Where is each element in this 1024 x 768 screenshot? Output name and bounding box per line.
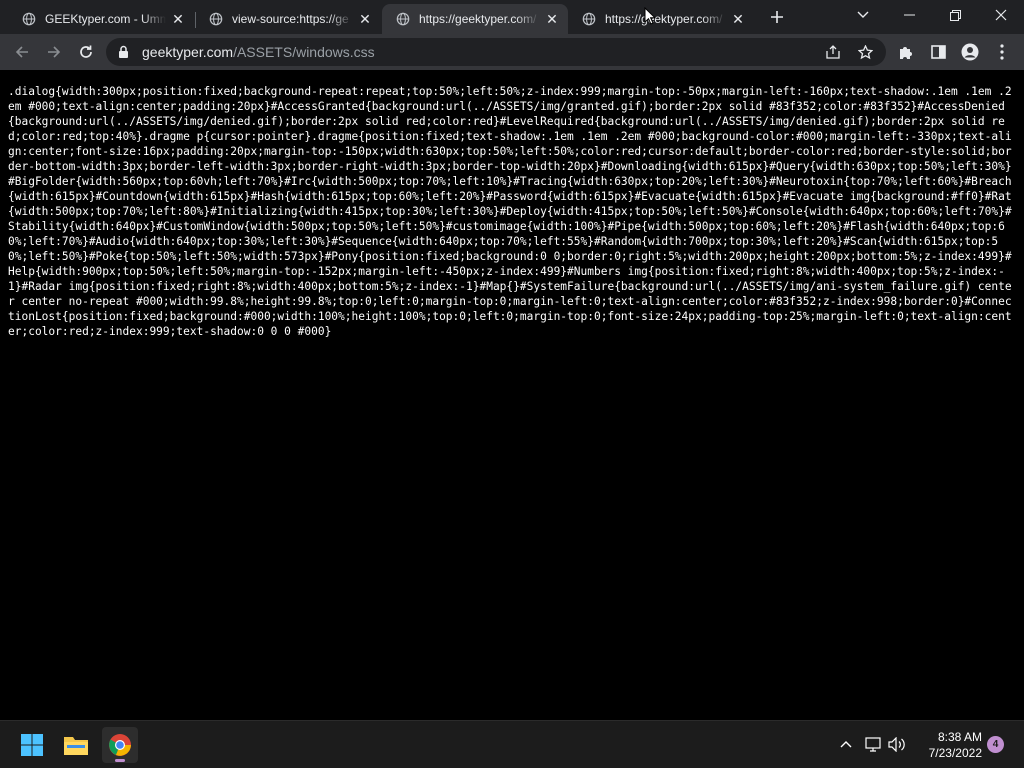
url-host: geektyper.com: [142, 44, 234, 60]
profile-button[interactable]: [956, 38, 984, 66]
close-tab-icon[interactable]: ✕: [170, 11, 186, 27]
chevron-down-icon: [857, 11, 869, 18]
active-app-indicator: [115, 759, 125, 762]
tab-search-button[interactable]: [840, 0, 886, 30]
restore-button[interactable]: [932, 0, 978, 30]
restore-icon: [949, 9, 961, 21]
lock-icon[interactable]: [118, 45, 129, 59]
globe-icon: [209, 12, 223, 26]
side-panel-icon: [930, 45, 946, 59]
chrome-icon: [109, 734, 131, 756]
clock[interactable]: 8:38 AM 7/23/2022: [916, 729, 982, 761]
file-explorer-button[interactable]: [58, 727, 94, 763]
minimize-icon: [903, 14, 915, 16]
close-window-button[interactable]: [978, 0, 1024, 30]
speaker-icon: [888, 736, 905, 752]
folder-icon: [64, 737, 88, 755]
side-panel-button[interactable]: [924, 38, 952, 66]
forward-button[interactable]: [40, 38, 68, 66]
bookmark-button[interactable]: [854, 42, 876, 62]
new-tab-button[interactable]: [766, 6, 788, 28]
clock-date: 7/23/2022: [928, 746, 982, 760]
tab-title: https://geektyper.com/: [419, 12, 537, 26]
tab-title: GEEKtyper.com - Umm: [45, 12, 166, 26]
browser-toolbar: geektyper.com/ASSETS/windows.css: [0, 34, 1024, 70]
start-button[interactable]: [14, 727, 50, 763]
globe-icon: [582, 12, 596, 26]
chevron-up-icon: [840, 741, 852, 748]
extensions-button[interactable]: [892, 38, 920, 66]
notification-badge[interactable]: 4: [987, 736, 1004, 753]
network-button[interactable]: [862, 733, 884, 755]
windows-taskbar: 8:38 AM 7/23/2022 4: [0, 720, 1024, 768]
address-bar[interactable]: geektyper.com/ASSETS/windows.css: [106, 38, 886, 66]
page-content: .dialog{width:300px;position:fixed;backg…: [0, 70, 1024, 720]
network-icon: [864, 736, 881, 752]
globe-icon: [22, 12, 36, 26]
tab-windows-css[interactable]: https://geektyper.com/ ✕: [382, 4, 568, 34]
star-icon: [857, 44, 873, 59]
close-icon: [995, 9, 1007, 21]
menu-button[interactable]: [988, 38, 1016, 66]
reload-icon: [80, 45, 92, 58]
share-icon: [825, 45, 840, 59]
tab-title: view-source:https://ge: [232, 12, 349, 26]
chrome-taskbar-button[interactable]: [102, 727, 138, 763]
avatar-icon: [961, 43, 979, 61]
close-tab-icon[interactable]: ✕: [730, 11, 746, 27]
url-text[interactable]: geektyper.com/ASSETS/windows.css: [142, 44, 375, 60]
volume-button[interactable]: [886, 733, 908, 755]
tab-strip: GEEKtyper.com - Umm ✕ view-source:https:…: [0, 0, 1024, 34]
close-tab-icon[interactable]: ✕: [357, 11, 373, 27]
url-path: /ASSETS/windows.css: [233, 44, 375, 60]
reload-button[interactable]: [72, 38, 100, 66]
css-source-text: .dialog{width:300px;position:fixed;backg…: [8, 85, 1012, 338]
kebab-menu-icon: [1000, 44, 1004, 60]
globe-icon: [396, 12, 410, 26]
share-button[interactable]: [822, 42, 844, 62]
tab-geektyper-home[interactable]: GEEKtyper.com - Umm ✕: [8, 4, 194, 34]
mouse-cursor-icon: [644, 7, 656, 25]
clock-time: 8:38 AM: [937, 730, 982, 744]
plus-icon: [771, 11, 783, 23]
arrow-right-icon: [48, 46, 61, 58]
back-button[interactable]: [8, 38, 36, 66]
tab-title: https://geektyper.com/: [605, 12, 723, 26]
minimize-button[interactable]: [886, 0, 932, 30]
puzzle-icon: [900, 47, 912, 59]
arrow-left-icon: [15, 46, 28, 58]
windows-logo-icon: [21, 734, 43, 756]
show-hidden-icons-button[interactable]: [835, 733, 857, 755]
tab-view-source[interactable]: view-source:https://ge ✕: [195, 4, 381, 34]
tab-geektyper-4[interactable]: https://geektyper.com/ ✕: [568, 4, 754, 34]
close-tab-icon[interactable]: ✕: [544, 11, 560, 27]
